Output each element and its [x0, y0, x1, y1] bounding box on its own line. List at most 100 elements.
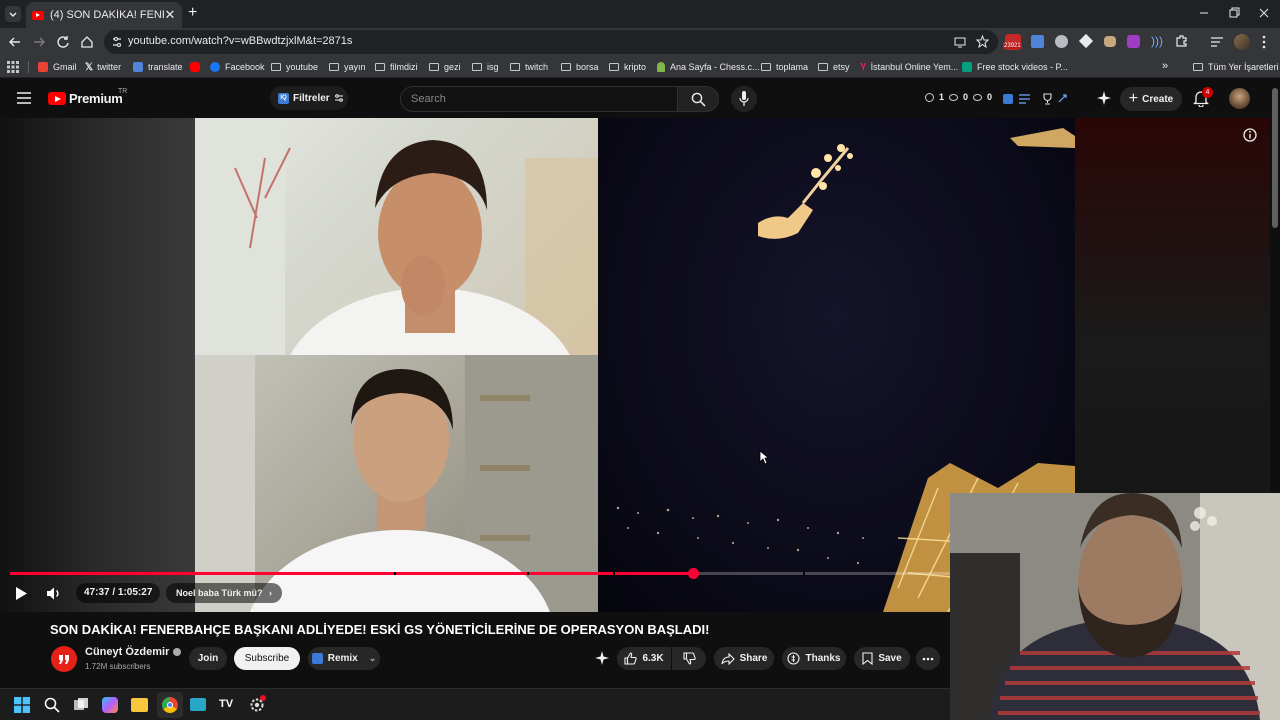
address-bar[interactable]: youtube.com/watch?v=wBBwdtzjxlM&t=2871s	[104, 30, 998, 54]
bookmark-folder-borsa[interactable]: borsa	[561, 60, 599, 74]
filters-button[interactable]: IQ Filtreler	[270, 86, 348, 110]
channel-name[interactable]: Cüneyt Özdemir	[85, 646, 182, 658]
star-bookmark-icon[interactable]	[976, 35, 989, 48]
bookmark-folder-isg[interactable]: isg	[472, 60, 499, 74]
bookmark-folder-kripto[interactable]: kripto	[609, 60, 646, 74]
bookmark-translate[interactable]: translate	[133, 60, 183, 74]
subscribe-button[interactable]: Subscribe	[234, 647, 300, 670]
reload-button[interactable]	[56, 35, 70, 49]
site-info-icon[interactable]	[111, 36, 123, 48]
browser-menu-button[interactable]	[1261, 34, 1267, 50]
copilot-button[interactable]	[102, 697, 118, 713]
voice-search-button[interactable]	[731, 86, 757, 112]
youtube-premium-label[interactable]: Premium	[69, 91, 123, 106]
bookmark-folder-youtube[interactable]: youtube	[271, 60, 318, 74]
reading-list-button[interactable]	[1210, 35, 1224, 49]
create-button[interactable]: + Create	[1120, 87, 1182, 111]
trophy-extension-icon[interactable]	[1042, 93, 1053, 105]
bookmark-folder-yayin[interactable]: yayın	[329, 60, 366, 74]
video-info-button[interactable]	[1243, 128, 1257, 142]
join-button[interactable]: Join	[189, 647, 227, 670]
notifications-button[interactable]: 4	[1193, 87, 1213, 107]
bookmark-twitter[interactable]: 𝕏twitter	[85, 60, 121, 74]
monitor-app-button[interactable]	[190, 698, 206, 711]
forward-button[interactable]	[32, 35, 46, 49]
search-button[interactable]	[677, 86, 719, 112]
home-button[interactable]	[80, 35, 94, 49]
ask-ai-button[interactable]	[594, 650, 610, 666]
bookmark-folder-twitch[interactable]: twitch	[510, 60, 548, 74]
list-extension-icon[interactable]	[1019, 94, 1030, 104]
tab-search-button[interactable]	[5, 6, 21, 22]
extension-translate-icon[interactable]	[1031, 35, 1044, 48]
save-button[interactable]: Save	[854, 647, 910, 670]
bookmark-gmail[interactable]: Gmail	[38, 60, 77, 74]
extension-wave-icon[interactable]: )))	[1151, 34, 1163, 48]
plus-icon: +	[1128, 90, 1139, 107]
extension-diamond-icon[interactable]	[1078, 33, 1094, 49]
more-actions-button[interactable]	[916, 647, 940, 670]
minimize-button[interactable]	[1198, 6, 1210, 20]
play-button[interactable]	[14, 586, 28, 601]
search-input[interactable]: Search	[400, 86, 678, 112]
remix-button[interactable]: Remix ⌄	[308, 647, 380, 670]
yemek-logo-icon: Y	[860, 61, 867, 73]
bookmark-chess[interactable]: Ana Sayfa - Chess.c...	[657, 60, 760, 74]
video-player[interactable]	[0, 118, 1075, 612]
start-button[interactable]	[14, 697, 30, 713]
thanks-button[interactable]: Thanks	[782, 647, 846, 670]
bookmark-istanbul[interactable]: Y İstanbul Online Yem...	[860, 60, 958, 74]
tradingview-button[interactable]: TV	[219, 698, 233, 710]
url-text[interactable]: youtube.com/watch?v=wBBwdtzjxlM&t=2871s	[128, 35, 352, 47]
chevron-right-icon: ›	[269, 588, 273, 598]
bookmark-folder-filmdizi[interactable]: filmdizi	[375, 60, 418, 74]
bookmark-pexels[interactable]: Free stock videos - P...	[962, 60, 1068, 74]
share-button[interactable]: Share	[714, 647, 774, 670]
more-bookmarks-icon[interactable]: »	[1162, 60, 1168, 72]
file-explorer-button[interactable]	[131, 698, 148, 712]
mute-button[interactable]	[46, 586, 62, 601]
bookmark-facebook[interactable]: Facebook	[210, 60, 265, 74]
dislike-button[interactable]	[672, 647, 706, 670]
tab-close-icon[interactable]: ✕	[164, 7, 176, 23]
bookmark-youtube-icon[interactable]	[190, 60, 205, 74]
iq-extension-icon[interactable]	[1003, 94, 1013, 104]
bookmark-folder-toplama[interactable]: toplama	[761, 60, 808, 74]
chapter-title-button[interactable]: Noel baba Türk mü? ›	[166, 583, 283, 603]
bookmark-folder-etsy[interactable]: etsy	[818, 60, 850, 74]
taskbar-search-button[interactable]	[44, 697, 60, 713]
chevron-down-icon[interactable]: ⌄	[369, 653, 377, 664]
youtube-logo-icon[interactable]	[48, 92, 66, 105]
install-app-icon[interactable]	[954, 36, 966, 48]
quote-logo-icon	[59, 655, 69, 664]
extensions-menu-button[interactable]	[1175, 34, 1189, 48]
ai-sparkle-button[interactable]	[1096, 90, 1112, 106]
host-figure-illustration	[195, 118, 598, 355]
task-view-button[interactable]	[73, 697, 89, 713]
extension-purple-icon[interactable]	[1127, 35, 1140, 48]
restore-button[interactable]	[1228, 6, 1240, 20]
browser-tab-active[interactable]: (4) SON DAKİKA! FENERBAHÇE ✕	[26, 2, 182, 28]
apps-grid-icon[interactable]	[7, 61, 19, 73]
settings-taskbar-button[interactable]	[249, 695, 266, 713]
chrome-taskbar-button[interactable]	[157, 692, 183, 718]
translate-icon	[133, 62, 143, 72]
arrow-left-icon	[9, 37, 20, 47]
extension-adblock[interactable]: 23921	[1003, 34, 1022, 50]
back-button[interactable]	[8, 35, 22, 49]
account-avatar[interactable]	[1229, 88, 1250, 109]
video-progress-bar[interactable]	[10, 568, 950, 579]
new-tab-button[interactable]: +	[188, 5, 202, 21]
bookmark-folder-gezi[interactable]: gezi	[429, 60, 461, 74]
link-extension-icon[interactable]	[1057, 93, 1068, 104]
extension-camera-icon[interactable]	[1104, 36, 1116, 47]
channel-avatar[interactable]	[51, 646, 77, 672]
page-scrollbar[interactable]	[1272, 88, 1278, 228]
chapter-marker	[527, 572, 529, 575]
like-button[interactable]: 6.3K	[617, 647, 671, 670]
all-bookmarks[interactable]: Tüm Yer İşaretleri	[1193, 60, 1279, 74]
close-window-button[interactable]	[1258, 6, 1270, 20]
extension-circle-icon[interactable]	[1055, 35, 1068, 48]
profile-avatar[interactable]	[1234, 34, 1250, 50]
guide-menu-button[interactable]	[17, 92, 31, 104]
